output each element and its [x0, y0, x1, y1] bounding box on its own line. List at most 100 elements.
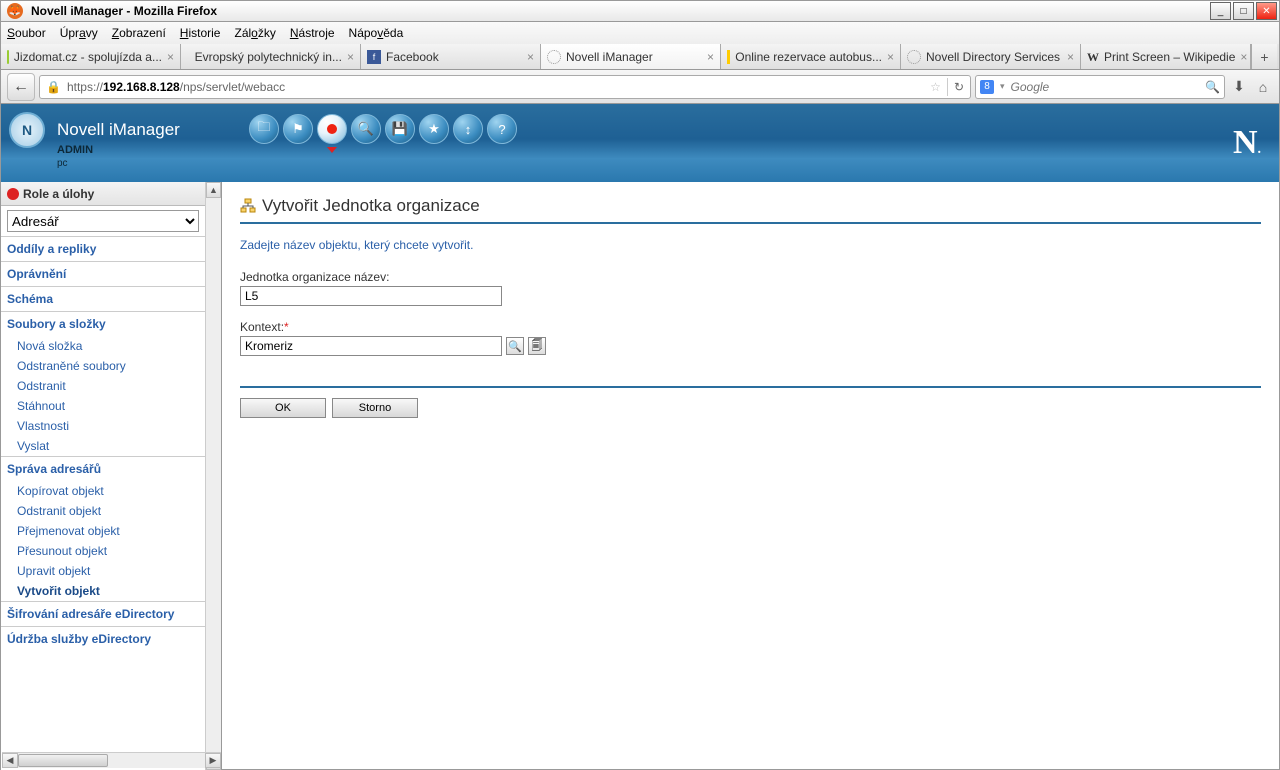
app-frame: N Novell iManager ADMIN pc 🗀 ⚑ 🔍 💾 ★ ↕ ?…: [0, 104, 1280, 770]
close-icon[interactable]: ×: [1240, 50, 1247, 64]
tab-evropsky[interactable]: Evropský polytechnický in... ×: [181, 44, 361, 69]
sidebar-cat-soubory[interactable]: Soubory a složky: [1, 311, 205, 336]
app-tree: pc: [57, 158, 68, 169]
sidebar-hscrollbar[interactable]: ◀ ▶: [2, 752, 221, 768]
downloads-icon[interactable]: ⬇: [1229, 78, 1249, 95]
scroll-up-icon[interactable]: ▲: [206, 182, 221, 198]
sidebar-item-vlastnosti[interactable]: Vlastnosti: [1, 416, 205, 436]
wikipedia-icon: W: [1087, 50, 1099, 64]
close-icon[interactable]: ×: [1067, 50, 1074, 64]
menu-napoveda[interactable]: Nápověda: [349, 26, 404, 40]
hint-text: Zadejte název objektu, který chcete vytv…: [240, 238, 1261, 252]
main-content: Vytvořit Jednotka organizace Zadejte náz…: [222, 182, 1279, 770]
history-icon[interactable]: 🗐: [528, 337, 546, 355]
sidebar-item-vytvorit[interactable]: Vytvořit objekt: [1, 581, 205, 601]
divider: [240, 222, 1261, 224]
sidebar-item-upravit[interactable]: Upravit objekt: [1, 561, 205, 581]
browser-tabstrip: Jizdomat.cz - spolujízda a... × Evropský …: [0, 44, 1280, 70]
close-icon[interactable]: ×: [167, 50, 174, 64]
site-icon: [547, 50, 561, 64]
page-title: Vytvořit Jednotka organizace: [240, 196, 1261, 216]
context-label: Kontext:*: [240, 320, 1261, 334]
toolbar-search-icon[interactable]: 🔍: [351, 114, 381, 144]
sidebar-item-prejmenovat[interactable]: Přejmenovat objekt: [1, 521, 205, 541]
cancel-button[interactable]: Storno: [332, 398, 418, 418]
tab-novell-ds[interactable]: Novell Directory Services×: [901, 44, 1081, 69]
sidebar-cat-oddily[interactable]: Oddíly a repliky: [1, 236, 205, 261]
toolbar-refresh-icon[interactable]: ↕: [453, 114, 483, 144]
search-input[interactable]: [1011, 80, 1200, 94]
tab-novell-imanager[interactable]: Novell iManager ×: [541, 44, 721, 69]
tab-label: Evropský polytechnický in...: [195, 50, 342, 64]
sidebar-item-presunout[interactable]: Přesunout objekt: [1, 541, 205, 561]
context-input[interactable]: [240, 336, 502, 356]
sidebar-item-odstranit[interactable]: Odstranit: [1, 376, 205, 396]
window-maximize-button[interactable]: □: [1233, 2, 1254, 20]
url-bar[interactable]: 🔒 https://192.168.8.128/nps/servlet/weba…: [39, 75, 971, 99]
site-icon: [7, 50, 9, 64]
tab-facebook[interactable]: fFacebook×: [361, 44, 541, 69]
novell-n-logo: N.: [1233, 124, 1261, 162]
name-input[interactable]: [240, 286, 502, 306]
sidebar-item-stahnout[interactable]: Stáhnout: [1, 396, 205, 416]
tab-wikipedia[interactable]: WPrint Screen – Wikipedie×: [1081, 44, 1251, 69]
scroll-right-icon[interactable]: ▶: [205, 753, 221, 768]
sidebar-cat-sprava[interactable]: Správa adresářů: [1, 456, 205, 481]
search-box[interactable]: 8 ▾ 🔍: [975, 75, 1225, 99]
toolbar-home-icon[interactable]: 🗀: [249, 114, 279, 144]
scroll-left-icon[interactable]: ◀: [2, 753, 18, 768]
new-tab-button[interactable]: +: [1251, 44, 1277, 69]
browser-navbar: ← 🔒 https://192.168.8.128/nps/servlet/we…: [0, 70, 1280, 104]
lock-icon: 🔒: [46, 80, 61, 94]
tab-online-rezervace[interactable]: Online rezervace autobus...×: [721, 44, 901, 69]
firefox-icon: 🦊: [7, 3, 23, 19]
sidebar-select[interactable]: Adresář: [7, 210, 199, 232]
sidebar-cat-schema[interactable]: Schéma: [1, 286, 205, 311]
search-icon[interactable]: 🔍: [1205, 80, 1220, 94]
sidebar-item-vyslat[interactable]: Vyslat: [1, 436, 205, 456]
page-title-text: Vytvořit Jednotka organizace: [262, 196, 480, 216]
browse-icon[interactable]: 🔍: [506, 337, 524, 355]
ok-button[interactable]: OK: [240, 398, 326, 418]
sidebar-scrollbar[interactable]: ▲ ▼: [205, 182, 221, 770]
dropdown-icon[interactable]: ▾: [1000, 81, 1005, 92]
sidebar-item-nova-slozka[interactable]: Nová složka: [1, 336, 205, 356]
sidebar-cat-opravneni[interactable]: Oprávnění: [1, 261, 205, 286]
toolbar-favorites-icon[interactable]: ★: [419, 114, 449, 144]
window-close-button[interactable]: ✕: [1256, 2, 1277, 20]
sidebar-cat-udrzba[interactable]: Údržba služby eDirectory: [1, 626, 205, 651]
menu-historie[interactable]: Historie: [180, 26, 221, 40]
menu-upravy[interactable]: Úpravy: [60, 26, 98, 40]
menu-nastroje[interactable]: Nástroje: [290, 26, 335, 40]
menu-soubor[interactable]: Soubor: [7, 26, 46, 40]
sidebar: Role a úlohy Adresář Oddíly a repliky Op…: [1, 182, 222, 770]
back-button[interactable]: ←: [7, 73, 35, 101]
separator: [947, 78, 948, 96]
toolbar-roles-icon[interactable]: [317, 114, 347, 144]
bookmark-star-icon[interactable]: ☆: [930, 80, 941, 94]
tab-label: Jizdomat.cz - spolujízda a...: [14, 50, 162, 64]
menu-zobrazeni[interactable]: Zobrazení: [112, 26, 166, 40]
sidebar-item-odstranene[interactable]: Odstraněné soubory: [1, 356, 205, 376]
home-icon[interactable]: ⌂: [1253, 79, 1273, 95]
menu-zalozky[interactable]: Záložky: [234, 26, 275, 40]
app-header: N Novell iManager ADMIN pc 🗀 ⚑ 🔍 💾 ★ ↕ ?…: [1, 104, 1279, 182]
close-icon[interactable]: ×: [707, 50, 714, 64]
sidebar-cat-sifrovani[interactable]: Šifrování adresáře eDirectory: [1, 601, 205, 626]
tab-jizdomat[interactable]: Jizdomat.cz - spolujízda a... ×: [1, 44, 181, 69]
reload-icon[interactable]: ↻: [954, 80, 964, 94]
toolbar-help-icon[interactable]: ?: [487, 114, 517, 144]
google-icon: 8: [980, 80, 994, 94]
sidebar-header: Role a úlohy: [1, 182, 205, 206]
close-icon[interactable]: ×: [887, 50, 894, 64]
close-icon[interactable]: ×: [347, 50, 354, 64]
facebook-icon: f: [367, 50, 381, 64]
sidebar-item-kopirovat[interactable]: Kopírovat objekt: [1, 481, 205, 501]
scrollbar-thumb[interactable]: [18, 754, 108, 767]
window-minimize-button[interactable]: _: [1210, 2, 1231, 20]
close-icon[interactable]: ×: [527, 50, 534, 64]
sidebar-item-odstranit-obj[interactable]: Odstranit objekt: [1, 501, 205, 521]
tab-label: Novell iManager: [566, 50, 653, 64]
toolbar-flag-icon[interactable]: ⚑: [283, 114, 313, 144]
toolbar-save-icon[interactable]: 💾: [385, 114, 415, 144]
